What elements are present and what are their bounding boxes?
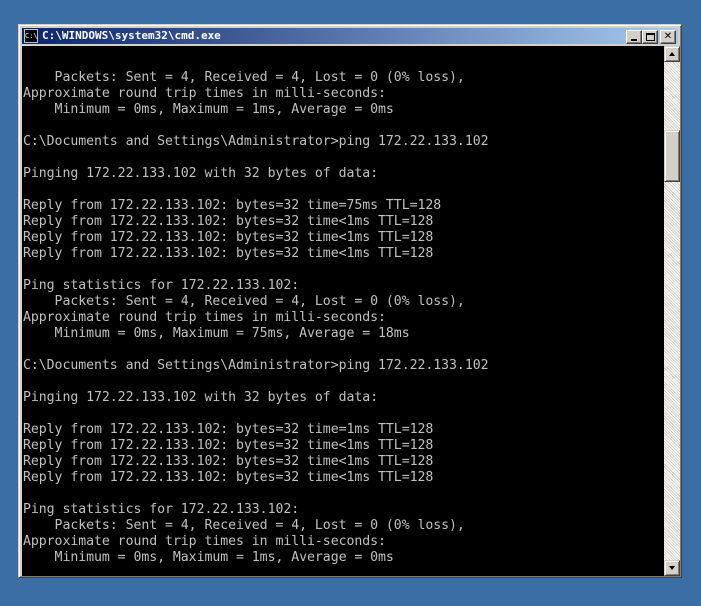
close-button[interactable]: ✕ (660, 30, 676, 44)
console-output-area[interactable]: Packets: Sent = 4, Received = 4, Lost = … (22, 46, 664, 576)
console-line: Approximate round trip times in milli-se… (23, 310, 386, 325)
console-line: Ping statistics for 172.22.133.102: (23, 278, 300, 293)
window-title: C:\WINDOWS\system32\cmd.exe (42, 29, 221, 42)
scroll-up-arrow-icon (669, 52, 675, 56)
console-line: Minimum = 0ms, Maximum = 1ms, Average = … (23, 102, 394, 117)
scroll-down-arrow-icon (669, 566, 675, 570)
console-line: Reply from 172.22.133.102: bytes=32 time… (23, 198, 442, 213)
console-line: Approximate round trip times in milli-se… (23, 534, 386, 549)
console-line: Minimum = 0ms, Maximum = 1ms, Average = … (23, 550, 394, 565)
console-line: Packets: Sent = 4, Received = 4, Lost = … (23, 294, 465, 309)
title-bar[interactable]: C:\ C:\WINDOWS\system32\cmd.exe ✕ (22, 28, 678, 44)
scrollbar-thumb[interactable] (664, 130, 680, 182)
console-line: Packets: Sent = 4, Received = 4, Lost = … (23, 70, 465, 85)
console-text: Packets: Sent = 4, Received = 4, Lost = … (23, 70, 489, 576)
console-line: Reply from 172.22.133.102: bytes=32 time… (23, 438, 434, 453)
minimize-icon (631, 39, 637, 41)
maximize-icon (646, 33, 655, 41)
scroll-up-button[interactable] (664, 46, 680, 62)
console-line: C:\Documents and Settings\Administrator>… (23, 358, 489, 373)
window-controls: ✕ (626, 30, 676, 44)
scroll-down-button[interactable] (664, 560, 680, 576)
console-line: Pinging 172.22.133.102 with 32 bytes of … (23, 166, 379, 181)
minimize-button[interactable] (626, 30, 642, 44)
console-line: Reply from 172.22.133.102: bytes=32 time… (23, 422, 434, 437)
close-icon: ✕ (663, 31, 673, 42)
console-line: Packets: Sent = 4, Received = 4, Lost = … (23, 518, 465, 533)
console-line: Approximate round trip times in milli-se… (23, 86, 386, 101)
console-line: Reply from 172.22.133.102: bytes=32 time… (23, 454, 434, 469)
console-line: Reply from 172.22.133.102: bytes=32 time… (23, 246, 434, 261)
console-line: Pinging 172.22.133.102 with 32 bytes of … (23, 390, 379, 405)
console-line: Reply from 172.22.133.102: bytes=32 time… (23, 470, 434, 485)
cmd-app-icon[interactable]: C:\ (24, 29, 38, 43)
maximize-button[interactable] (642, 30, 658, 44)
console-line: Reply from 172.22.133.102: bytes=32 time… (23, 230, 434, 245)
console-line: Ping statistics for 172.22.133.102: (23, 502, 300, 517)
console-line: Reply from 172.22.133.102: bytes=32 time… (23, 214, 434, 229)
vertical-scrollbar[interactable] (664, 46, 680, 576)
console-line: C:\Documents and Settings\Administrator>… (23, 134, 489, 149)
desktop: C:\ C:\WINDOWS\system32\cmd.exe ✕ Packet… (0, 0, 701, 606)
console-line: Minimum = 0ms, Maximum = 75ms, Average =… (23, 326, 410, 341)
cmd-window: C:\ C:\WINDOWS\system32\cmd.exe ✕ Packet… (18, 24, 682, 578)
